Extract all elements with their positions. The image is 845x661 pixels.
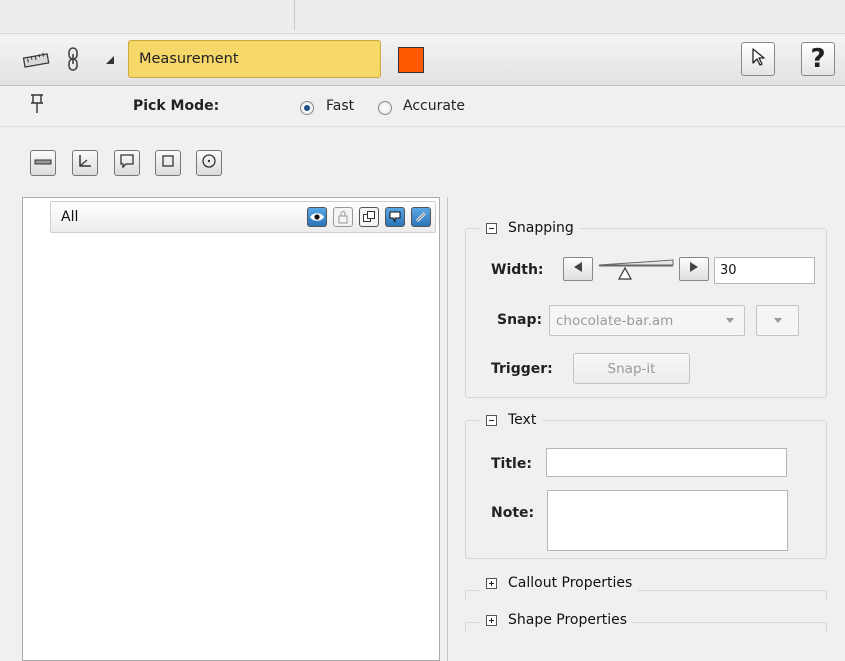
note-textarea[interactable] <box>547 490 788 551</box>
tree-item-label: All <box>61 209 79 225</box>
cursor-arrow-icon <box>750 47 766 71</box>
top-strip-divider <box>294 0 295 30</box>
trigger-label: Trigger: <box>491 361 553 377</box>
circle-tool-button[interactable] <box>196 150 222 176</box>
callout-tool-icon <box>119 153 135 173</box>
note-label: Note: <box>491 505 535 521</box>
chevron-down-icon <box>726 318 734 323</box>
pin-icon[interactable] <box>28 92 46 116</box>
snap-label: Snap: <box>497 312 543 328</box>
color-swatch[interactable] <box>398 47 424 73</box>
pick-mode-accurate-radio[interactable] <box>378 101 392 115</box>
collapse-icon[interactable] <box>486 222 497 234</box>
pick-mode-fast-radio[interactable] <box>300 101 314 115</box>
width-input[interactable]: 30 <box>714 257 815 284</box>
help-button[interactable]: ? <box>801 42 835 76</box>
shape-properties-title: Shape Properties <box>508 612 628 628</box>
width-decrease-button[interactable] <box>563 257 593 281</box>
ruler-tool-button[interactable] <box>30 150 56 176</box>
pick-mode-label: Pick Mode: <box>133 98 220 114</box>
link-toggle-icon[interactable] <box>411 207 431 227</box>
ruler-tool-icon <box>34 155 52 171</box>
tree-item-all[interactable]: All <box>50 201 436 233</box>
top-strip <box>0 0 845 34</box>
snapping-title: Snapping <box>508 220 574 236</box>
snapping-header[interactable]: Snapping <box>480 218 580 238</box>
width-increase-button[interactable] <box>679 257 709 281</box>
callout-properties-header[interactable]: Callout Properties <box>480 572 639 594</box>
callout-properties-title: Callout Properties <box>508 575 633 591</box>
pick-mode-accurate-label[interactable]: Accurate <box>403 98 465 114</box>
angle-tool-button[interactable] <box>72 150 98 176</box>
text-header[interactable]: Text <box>480 410 543 430</box>
text-group-title: Text <box>508 412 537 428</box>
callout-tool-button[interactable] <box>114 150 140 176</box>
copy-icon[interactable] <box>359 207 379 227</box>
help-icon: ? <box>810 44 826 74</box>
angle-tool-icon <box>77 153 93 173</box>
shape-properties-header[interactable]: Shape Properties <box>480 609 634 631</box>
measurement-tree[interactable]: All <box>22 197 440 661</box>
circle-tool-icon <box>201 153 217 173</box>
snap-it-button[interactable]: Snap-it <box>573 353 690 384</box>
width-label: Width: <box>491 262 544 278</box>
snap-select[interactable]: chocolate-bar.am <box>549 305 745 336</box>
link-icon[interactable] <box>64 46 82 72</box>
snap-options-dropdown[interactable] <box>756 305 799 336</box>
object-name-field[interactable]: Measurement <box>128 40 381 78</box>
lock-icon[interactable] <box>333 207 353 227</box>
snap-select-value: chocolate-bar.am <box>556 312 674 329</box>
width-slider[interactable] <box>597 257 675 281</box>
measurement-panel: Measurement ? Pick Mode: Fast Accurate A… <box>0 0 845 661</box>
collapse-triangle-icon[interactable] <box>104 54 116 66</box>
collapse-icon[interactable] <box>486 414 497 426</box>
pointer-button[interactable] <box>741 42 775 76</box>
expand-icon[interactable] <box>486 577 497 589</box>
pick-mode-fast-label[interactable]: Fast <box>326 98 354 114</box>
title-label: Title: <box>491 456 532 472</box>
expand-icon[interactable] <box>486 614 497 626</box>
ruler-icon <box>22 49 50 71</box>
rectangle-tool-button[interactable] <box>155 150 181 176</box>
triangle-right-icon <box>688 261 700 277</box>
chevron-down-icon <box>774 318 782 323</box>
callout-icon[interactable] <box>385 207 405 227</box>
triangle-left-icon <box>572 261 584 277</box>
title-input[interactable] <box>546 448 787 477</box>
visibility-eye-icon[interactable] <box>307 207 327 227</box>
rectangle-tool-icon <box>161 154 175 172</box>
